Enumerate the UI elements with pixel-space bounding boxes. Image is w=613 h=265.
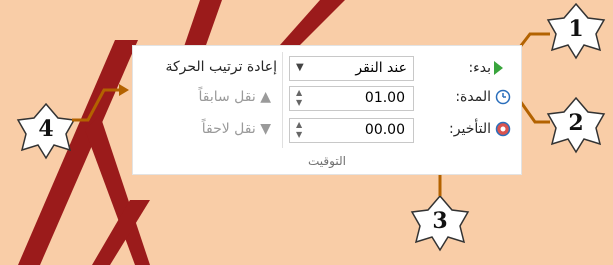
- delay-value: 00.00: [364, 122, 405, 138]
- move-earlier-label: نقل سابقاً: [198, 89, 256, 105]
- triangle-down-icon: ▼: [260, 121, 271, 137]
- delay-clock-icon: [495, 121, 511, 137]
- spinner-arrows-icon[interactable]: ▲ ▼: [296, 120, 302, 140]
- start-label: بدء:: [468, 60, 491, 76]
- timing-group: بدء: عند النقر ▼ المدة: 01.00 ▲ ▼ التأخير…: [132, 45, 522, 175]
- move-earlier-button[interactable]: ▲ نقل سابقاً: [153, 89, 271, 105]
- group-caption: التوقيت: [308, 154, 346, 168]
- callout-1-number: 1: [568, 16, 584, 42]
- callout-4-number: 4: [38, 116, 54, 142]
- group-divider: [282, 52, 283, 148]
- delay-label: التأخير:: [449, 121, 491, 137]
- duration-label: المدة:: [455, 89, 491, 105]
- chevron-down-icon: ▼: [296, 62, 304, 73]
- start-dropdown-value: عند النقر: [355, 60, 407, 76]
- delay-spinner[interactable]: 00.00 ▲ ▼: [289, 118, 414, 143]
- move-later-button[interactable]: ▼ نقل لاحقاً: [153, 121, 271, 137]
- reorder-title: إعادة ترتيب الحركة: [165, 59, 277, 75]
- spinner-arrows-icon[interactable]: ▲ ▼: [296, 88, 302, 108]
- callout-3-number: 3: [432, 208, 448, 234]
- triangle-up-icon: ▲: [260, 89, 271, 105]
- start-play-icon: [494, 61, 503, 75]
- duration-spinner[interactable]: 01.00 ▲ ▼: [289, 86, 414, 111]
- move-later-label: نقل لاحقاً: [201, 121, 256, 137]
- duration-value: 01.00: [364, 90, 405, 106]
- clock-icon: [495, 89, 511, 105]
- decorative-stripe: [280, 0, 345, 45]
- callout-2-number: 2: [568, 110, 584, 136]
- start-dropdown[interactable]: عند النقر ▼: [289, 56, 414, 81]
